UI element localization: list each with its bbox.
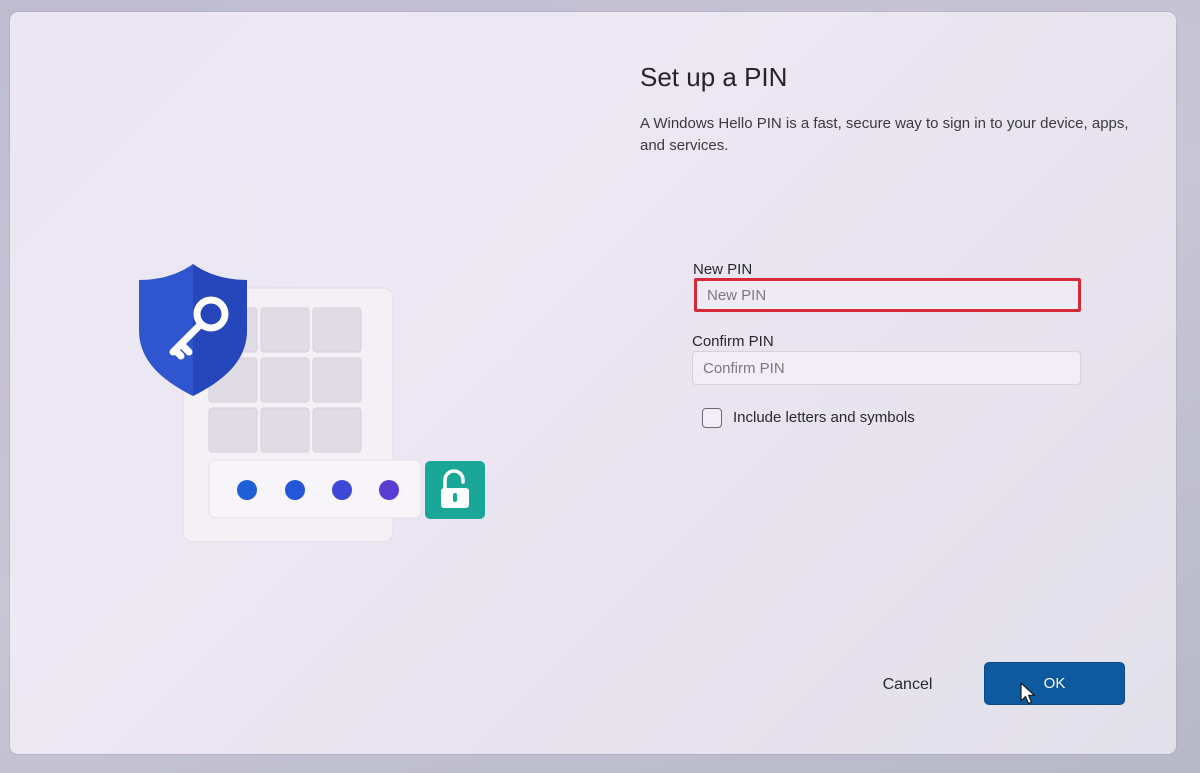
- unlocked-padlock-icon: [425, 461, 485, 519]
- include-letters-label[interactable]: Include letters and symbols: [733, 409, 915, 426]
- cancel-button[interactable]: Cancel: [860, 664, 955, 706]
- setup-pin-dialog: Set up a PIN A Windows Hello PIN is a fa…: [10, 12, 1176, 754]
- confirm-pin-label: Confirm PIN: [692, 333, 774, 350]
- include-letters-checkbox[interactable]: [702, 408, 722, 428]
- pin-dot: [285, 480, 305, 500]
- pin-illustration: [115, 260, 495, 550]
- dialog-title: Set up a PIN: [640, 62, 788, 92]
- ok-button[interactable]: OK: [984, 662, 1125, 705]
- dialog-description: A Windows Hello PIN is a fast, secure wa…: [640, 115, 1129, 154]
- pin-dot: [237, 480, 257, 500]
- confirm-pin-input[interactable]: [692, 351, 1081, 385]
- pin-dot: [332, 480, 352, 500]
- mouse-pointer-icon: [1020, 682, 1036, 705]
- screen: Set up a PIN A Windows Hello PIN is a fa…: [0, 0, 1200, 773]
- new-pin-input[interactable]: [694, 278, 1081, 312]
- new-pin-label: New PIN: [693, 261, 753, 278]
- pin-dot: [379, 480, 399, 500]
